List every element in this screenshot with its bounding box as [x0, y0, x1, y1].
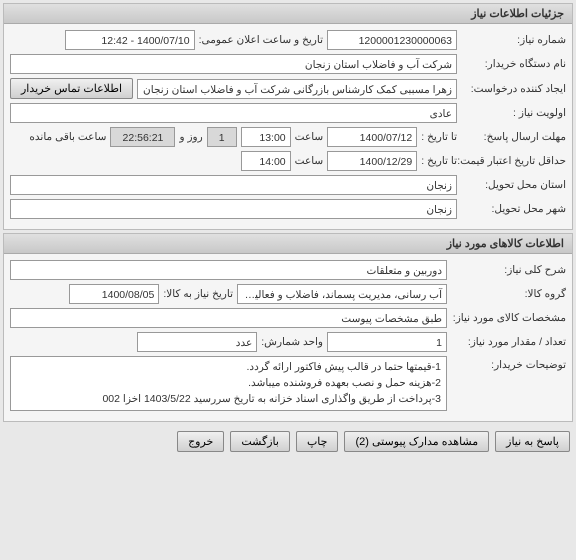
attachments-button[interactable]: مشاهده مدارک پیوستی (2): [344, 431, 489, 452]
creator-field: زهرا مسببی کمک کارشناس بازرگانی شرکت آب …: [137, 79, 457, 99]
pub-date-label: تاریخ و ساعت اعلان عمومی:: [199, 34, 323, 46]
need-details-panel: جزئیات اطلاعات نیاز شماره نیاز: 12000012…: [3, 3, 573, 230]
exit-button[interactable]: خروج: [177, 431, 224, 452]
deadline-time-field: 13:00: [241, 127, 291, 147]
shahr-label: شهر محل تحویل:: [461, 203, 566, 215]
buyer-contact-button[interactable]: اطلاعات تماس خریدار: [10, 78, 133, 99]
back-button[interactable]: بازگشت: [230, 431, 290, 452]
remain-time-field: 22:56:21: [110, 127, 175, 147]
buyer-notes-label: توضیحات خریدار:: [451, 356, 566, 371]
group-label: گروه کالا:: [451, 288, 566, 300]
need-to-date-field: 1400/08/05: [69, 284, 159, 304]
min-credit-label: حداقل تاریخ اعتبار قیمت:: [461, 155, 566, 167]
spec-field: طبق مشخصات پیوست: [10, 308, 447, 328]
remain-days-label: روز و: [179, 131, 202, 143]
spec-label: مشخصات کالای مورد نیاز:: [451, 312, 566, 324]
unit-label: واحد شمارش:: [261, 336, 323, 348]
goods-panel: اطلاعات کالاهای مورد نیاز شرح کلی نیاز: …: [3, 233, 573, 422]
remain-time-label: ساعت باقی مانده: [29, 131, 106, 143]
pub-date-field: 1400/07/10 - 12:42: [65, 30, 195, 50]
unit-field: عدد: [137, 332, 257, 352]
need-to-date-label: تاریخ نیاز به کالا:: [163, 288, 233, 300]
saat-label-2: ساعت: [295, 155, 324, 167]
to-date-label-2: تا تاریخ :: [421, 155, 457, 167]
group-field: آب رسانی، مدیریت پسماند، فاضلاب و فعالیت…: [237, 284, 447, 304]
action-bar: پاسخ به نیاز مشاهده مدارک پیوستی (2) چاپ…: [0, 425, 576, 458]
credit-date-field: 1400/12/29: [327, 151, 417, 171]
deadline-date-field: 1400/07/12: [327, 127, 417, 147]
buyer-notes-line: 2-هزینه حمل و نصب بعهده فروشنده میباشد.: [16, 376, 441, 392]
qty-label: تعداد / مقدار مورد نیاز:: [451, 336, 566, 348]
to-date-label: تا تاریخ :: [421, 131, 457, 143]
remain-days-field: 1: [207, 127, 237, 147]
priority-field: عادی: [10, 103, 457, 123]
ostan-field: زنجان: [10, 175, 457, 195]
niaz-number-label: شماره نیاز:: [461, 34, 566, 46]
qty-field: 1: [327, 332, 447, 352]
buyer-notes-line: 1-قیمتها حتما در قالب پیش فاکتور ارائه گ…: [16, 360, 441, 376]
buyer-name-field: شرکت آب و فاضلاب استان زنجان: [10, 54, 457, 74]
need-details-header: جزئیات اطلاعات نیاز: [4, 4, 572, 24]
priority-label: اولویت نیاز :: [461, 107, 566, 119]
shahr-field: زنجان: [10, 199, 457, 219]
buyer-name-label: نام دستگاه خریدار:: [461, 58, 566, 70]
niaz-number-field: 1200001230000063: [327, 30, 457, 50]
reply-button[interactable]: پاسخ به نیاز: [495, 431, 570, 452]
deadline-label: مهلت ارسال پاسخ:: [461, 131, 566, 143]
buyer-notes-field: 1-قیمتها حتما در قالب پیش فاکتور ارائه گ…: [10, 356, 447, 411]
goods-header: اطلاعات کالاهای مورد نیاز: [4, 234, 572, 254]
gen-desc-label: شرح کلی نیاز:: [451, 264, 566, 276]
gen-desc-field: دوربین و متعلقات: [10, 260, 447, 280]
creator-label: ایجاد کننده درخواست:: [461, 83, 566, 95]
credit-time-field: 14:00: [241, 151, 291, 171]
saat-label-1: ساعت: [295, 131, 324, 143]
ostan-label: استان محل تحویل:: [461, 179, 566, 191]
buyer-notes-line: 3-پرداخت از طریق واگذاری اسناد خزانه به …: [16, 392, 441, 408]
print-button[interactable]: چاپ: [296, 431, 339, 452]
